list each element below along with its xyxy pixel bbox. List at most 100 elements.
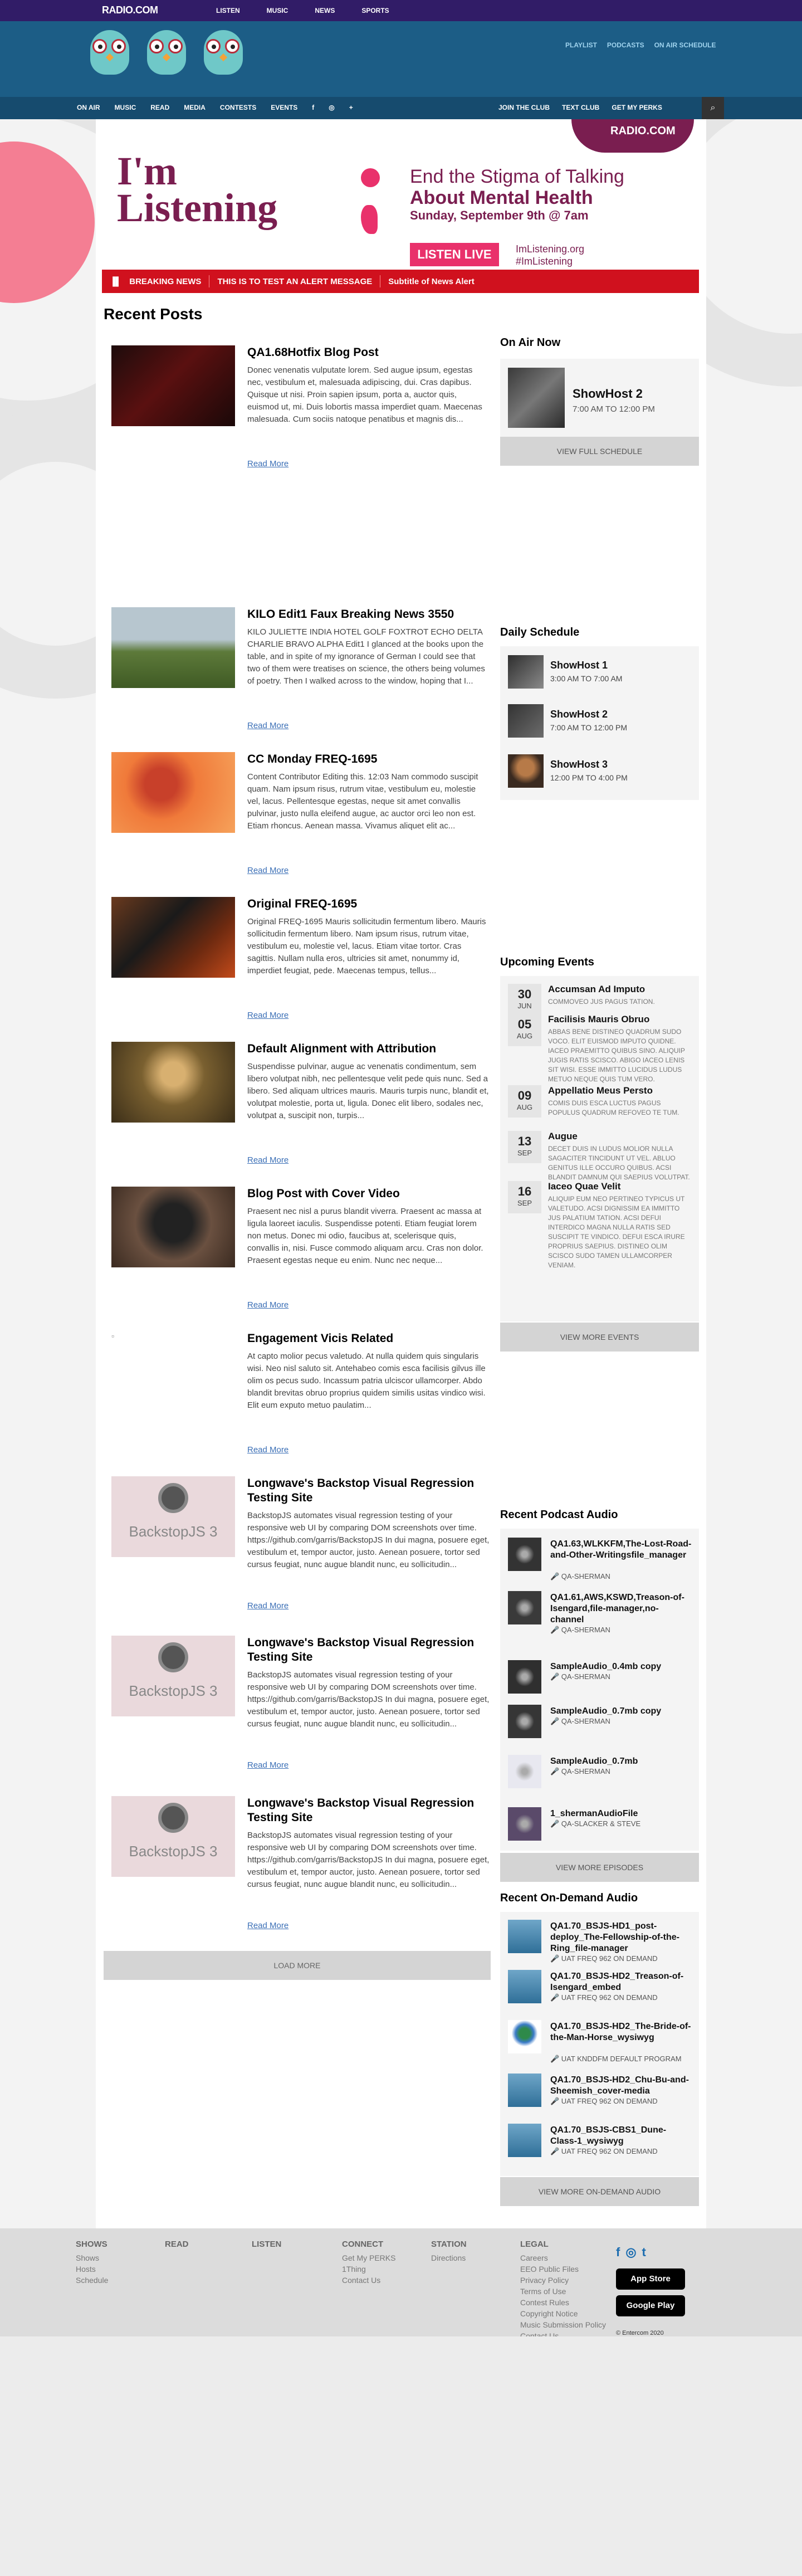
post-title[interactable]: Longwave's Backstop Visual Regression Te…: [247, 1636, 490, 1665]
podcast-title[interactable]: QA1.61,AWS,KSWD,Treason-of-Isengard,file…: [550, 1592, 692, 1626]
post-item[interactable]: QA1.68Hotfix Blog Post Donec venenatis vu…: [111, 345, 490, 490]
schedule-item[interactable]: ShowHost 3 12:00 PM TO 4:00 PM: [508, 753, 693, 789]
footer-link[interactable]: Get My PERKS: [342, 2252, 395, 2263]
google-play-badge[interactable]: Google Play: [616, 2295, 685, 2316]
header-link-playlist[interactable]: PLAYLIST: [565, 41, 597, 49]
facebook-icon[interactable]: f: [312, 104, 314, 111]
event-title[interactable]: Accumsan Ad Imputo: [548, 984, 645, 995]
view-full-schedule-button[interactable]: VIEW FULL SCHEDULE: [500, 437, 699, 466]
post-title[interactable]: Longwave's Backstop Visual Regression Te…: [247, 1476, 490, 1505]
nav-media[interactable]: MEDIA: [184, 104, 206, 111]
on-air-card[interactable]: ShowHost 2 7:00 AM TO 12:00 PM: [500, 359, 699, 437]
read-more-link[interactable]: Read More: [247, 1445, 288, 1455]
post-item[interactable]: BackstopJS 3 Longwave's Backstop Visual R…: [111, 1796, 490, 1941]
radio-logo[interactable]: RADIO.COM: [102, 4, 158, 16]
event-title[interactable]: Facilisis Mauris Obruo: [548, 1014, 649, 1025]
read-more-link[interactable]: Read More: [247, 721, 288, 730]
read-more-link[interactable]: Read More: [247, 459, 288, 469]
podcast-title[interactable]: SampleAudio_0.4mb copy: [550, 1661, 692, 1672]
nav-read[interactable]: READ: [150, 104, 169, 111]
post-thumbnail[interactable]: [111, 345, 235, 426]
footer-link[interactable]: Music Submission Policy: [520, 2319, 606, 2330]
header-link-schedule[interactable]: ON AIR SCHEDULE: [654, 41, 716, 49]
schedule-item[interactable]: ShowHost 1 3:00 AM TO 7:00 AM: [508, 654, 693, 690]
footer-link[interactable]: Contest Rules: [520, 2297, 606, 2308]
nav-music[interactable]: MUSIC: [115, 104, 136, 111]
post-item[interactable]: Default Alignment with Attribution Suspen…: [111, 1042, 490, 1187]
event-title[interactable]: Appellatio Meus Persto: [548, 1085, 653, 1096]
instagram-icon[interactable]: ◎: [329, 104, 334, 111]
top-link-news[interactable]: NEWS: [315, 7, 335, 14]
post-item[interactable]: BackstopJS 3 Longwave's Backstop Visual R…: [111, 1476, 490, 1621]
footer-link[interactable]: Copyright Notice: [520, 2308, 606, 2319]
footer-link[interactable]: Contact Us: [342, 2275, 395, 2286]
app-store-badge[interactable]: App Store: [616, 2268, 685, 2290]
post-thumbnail[interactable]: [111, 1042, 235, 1123]
post-thumbnail[interactable]: BackstopJS 3: [111, 1476, 235, 1557]
top-link-music[interactable]: MUSIC: [267, 7, 288, 14]
event-title[interactable]: Augue: [548, 1131, 578, 1142]
footer-link[interactable]: Terms of Use: [520, 2286, 606, 2297]
on-demand-title[interactable]: QA1.70_BSJS-CBS1_Dune-Class-1_wysiwyg: [550, 2125, 692, 2147]
podcast-title[interactable]: QA1.63,WLKKFM,The-Lost-Road-and-Other-Wr…: [550, 1539, 692, 1561]
footer-link[interactable]: Directions: [431, 2252, 467, 2263]
on-demand-title[interactable]: QA1.70_BSJS-HD1_post-deploy_The-Fellowsh…: [550, 1921, 692, 1954]
read-more-link[interactable]: Read More: [247, 1011, 288, 1020]
post-item[interactable]: Blog Post with Cover Video Praesent nec n…: [111, 1187, 490, 1331]
breaking-news-alert[interactable]: ▐▌ BREAKING NEWS THIS IS TO TEST AN ALER…: [102, 270, 699, 293]
post-thumbnail[interactable]: [111, 897, 235, 978]
join-club-link[interactable]: JOIN THE CLUB: [498, 104, 550, 111]
instagram-icon[interactable]: ◎: [625, 2245, 636, 2260]
view-more-events-button[interactable]: VIEW MORE EVENTS: [500, 1323, 699, 1352]
podcast-title[interactable]: 1_shermanAudioFile: [550, 1808, 692, 1819]
top-link-sports[interactable]: SPORTS: [361, 7, 389, 14]
footer-link[interactable]: EEO Public Files: [520, 2263, 606, 2275]
read-more-link[interactable]: Read More: [247, 866, 288, 875]
post-item[interactable]: KILO Edit1 Faux Breaking News 3550 KILO J…: [111, 607, 490, 752]
read-more-link[interactable]: Read More: [247, 1760, 288, 1770]
nav-events[interactable]: EVENTS: [271, 104, 297, 111]
promo-banner[interactable]: RADIO.COM I'm Listening End the Stigma o…: [109, 119, 694, 267]
search-icon[interactable]: ⌕: [702, 97, 724, 119]
header-link-podcasts[interactable]: PODCASTS: [607, 41, 644, 49]
post-thumbnail[interactable]: [111, 1187, 235, 1267]
footer-link[interactable]: Shows: [76, 2252, 108, 2263]
post-title[interactable]: Original FREQ-1695: [247, 897, 490, 911]
nav-contests[interactable]: CONTESTS: [220, 104, 256, 111]
post-title[interactable]: QA1.68Hotfix Blog Post: [247, 345, 490, 360]
footer-link[interactable]: 1Thing: [342, 2263, 395, 2275]
footer-link[interactable]: Schedule: [76, 2275, 108, 2286]
on-demand-title[interactable]: QA1.70_BSJS-HD2_Treason-of-Isengard_embe…: [550, 1971, 692, 1993]
post-item[interactable]: Original FREQ-1695 Original FREQ-1695 Mau…: [111, 897, 490, 1042]
post-title[interactable]: Blog Post with Cover Video: [247, 1187, 490, 1201]
station-logo[interactable]: [85, 25, 248, 76]
post-thumbnail[interactable]: BackstopJS 3: [111, 1636, 235, 1716]
post-title[interactable]: CC Monday FREQ-1695: [247, 752, 490, 767]
nav-on-air[interactable]: ON AIR: [77, 104, 100, 111]
read-more-link[interactable]: Read More: [247, 1300, 288, 1310]
facebook-icon[interactable]: f: [616, 2245, 620, 2260]
post-title[interactable]: KILO Edit1 Faux Breaking News 3550: [247, 607, 490, 622]
more-icon[interactable]: +: [349, 104, 353, 111]
view-more-episodes-button[interactable]: VIEW MORE EPISODES: [500, 1853, 699, 1882]
twitter-icon[interactable]: t: [642, 2245, 646, 2260]
load-more-button[interactable]: LOAD MORE: [104, 1951, 491, 1980]
top-link-listen[interactable]: LISTEN: [216, 7, 240, 14]
post-item[interactable]: ▫ Engagement Vicis Related At capto molior…: [111, 1331, 490, 1476]
post-thumbnail[interactable]: [111, 752, 235, 833]
post-title[interactable]: Default Alignment with Attribution: [247, 1042, 490, 1056]
on-demand-title[interactable]: QA1.70_BSJS-HD2_Chu-Bu-and-Sheemish_cove…: [550, 2075, 692, 2097]
on-demand-title[interactable]: QA1.70_BSJS-HD2_The-Bride-of-the-Man-Hor…: [550, 2021, 692, 2043]
read-more-link[interactable]: Read More: [247, 1601, 288, 1611]
read-more-link[interactable]: Read More: [247, 1921, 288, 1930]
post-thumbnail[interactable]: BackstopJS 3: [111, 1796, 235, 1877]
post-thumbnail[interactable]: [111, 607, 235, 688]
schedule-item[interactable]: ShowHost 2 7:00 AM TO 12:00 PM: [508, 703, 693, 739]
listen-live-button[interactable]: LISTEN LIVE: [410, 243, 499, 266]
post-title[interactable]: Engagement Vicis Related: [247, 1331, 490, 1346]
footer-link[interactable]: Hosts: [76, 2263, 108, 2275]
podcast-title[interactable]: SampleAudio_0.7mb copy: [550, 1706, 692, 1717]
post-item[interactable]: BackstopJS 3 Longwave's Backstop Visual R…: [111, 1636, 490, 1780]
post-item[interactable]: CC Monday FREQ-1695 Content Contributor E…: [111, 752, 490, 897]
podcast-title[interactable]: SampleAudio_0.7mb: [550, 1756, 692, 1767]
